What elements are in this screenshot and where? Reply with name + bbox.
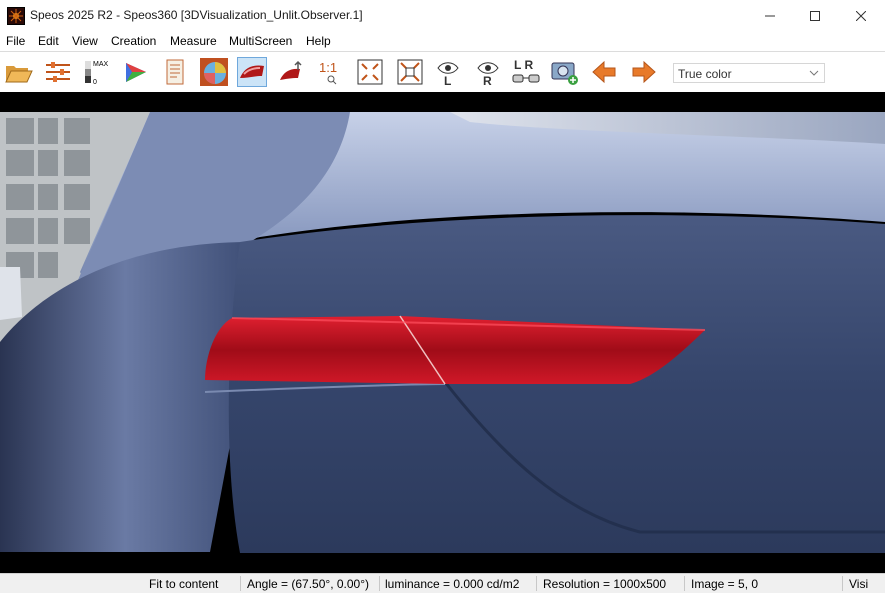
fit-icon [357,59,383,85]
adjust-button[interactable] [43,57,73,87]
car-render-image [0,92,885,573]
menu-bar: File Edit View Creation Measure MultiScr… [0,31,885,51]
report-button[interactable] [160,57,190,87]
previous-button[interactable] [589,57,619,87]
car-light-button[interactable] [277,57,307,87]
screenshot-button[interactable] [550,57,580,87]
minimize-button[interactable] [747,0,793,31]
menu-file[interactable]: File [6,34,25,48]
status-divider [842,576,843,591]
sliders-icon [46,62,70,82]
color-gamut-button[interactable] [121,57,151,87]
maximize-button[interactable] [792,0,838,31]
status-resolution: Resolution = 1000x500 [543,577,667,591]
eye-left-icon: L [437,62,459,87]
left-eye-label: L [444,74,451,87]
status-fit: Fit to content [149,577,219,591]
stereo-button[interactable]: L R [511,57,541,87]
status-image: Image = 5, 0 [691,577,759,591]
status-divider [536,576,537,591]
arrow-left-icon [592,60,616,84]
status-divider [684,576,685,591]
document-icon [166,59,184,85]
status-bar: Fit to content Angle = (67.50°, 0.00°) l… [0,573,885,593]
color-sphere-icon [200,58,228,86]
status-luminance: luminance = 0.000 cd/m2 [385,577,520,591]
menu-edit[interactable]: Edit [38,34,59,48]
menu-multiscreen[interactable]: MultiScreen [229,34,292,48]
stereo-label: L R [514,58,533,72]
eye-right-icon: R [477,62,499,87]
color-sphere-button[interactable] [199,57,229,87]
minimize-icon [765,15,775,16]
zoom-label: 1:1 [319,60,337,75]
car-view-icon [240,65,264,78]
app-logo-icon [7,7,25,25]
fit-selection-icon [397,59,423,85]
left-eye-button[interactable]: L [433,57,463,87]
screenshot-icon [551,62,578,85]
render-viewport[interactable] [0,92,885,573]
menu-measure[interactable]: Measure [170,34,217,48]
menu-view[interactable]: View [72,34,98,48]
display-mode-select[interactable]: True color [673,63,825,83]
right-eye-button[interactable]: R [473,57,503,87]
car-light-icon [280,60,302,80]
arrow-right-icon [632,60,656,84]
stereo-glasses-icon: L R [512,58,540,83]
levels-min-label: 0 [93,79,97,86]
menu-help[interactable]: Help [306,34,331,48]
status-visi: Visi [849,577,869,591]
window-title: Speos 2025 R2 - Speos360 [3DVisualizatio… [30,8,363,22]
levels-button[interactable]: MAX 0 [82,57,112,87]
levels-max-label: MAX [93,61,109,68]
open-folder-icon [5,66,33,83]
fit-selection-button[interactable] [395,57,425,87]
open-button[interactable] [4,57,34,87]
status-divider [379,576,380,591]
fit-button[interactable] [355,57,385,87]
status-angle: Angle = (67.50°, 0.00°) [247,577,370,591]
chevron-down-icon [809,70,819,76]
color-gamut-icon [126,63,146,82]
close-button[interactable] [838,0,884,31]
display-mode-value: True color [678,67,732,81]
zoom-1to1-button[interactable]: 1:1 [316,57,346,87]
close-icon [856,10,866,21]
maximize-icon [810,10,820,21]
car-view-button[interactable] [237,57,267,87]
right-eye-label: R [483,74,492,87]
zoom-1to1-icon: 1:1 [319,60,337,85]
menu-creation[interactable]: Creation [111,34,156,48]
next-button[interactable] [629,57,659,87]
levels-icon: MAX 0 [85,61,109,86]
status-divider [240,576,241,591]
title-bar: Speos 2025 R2 - Speos360 [3DVisualizatio… [0,0,885,31]
